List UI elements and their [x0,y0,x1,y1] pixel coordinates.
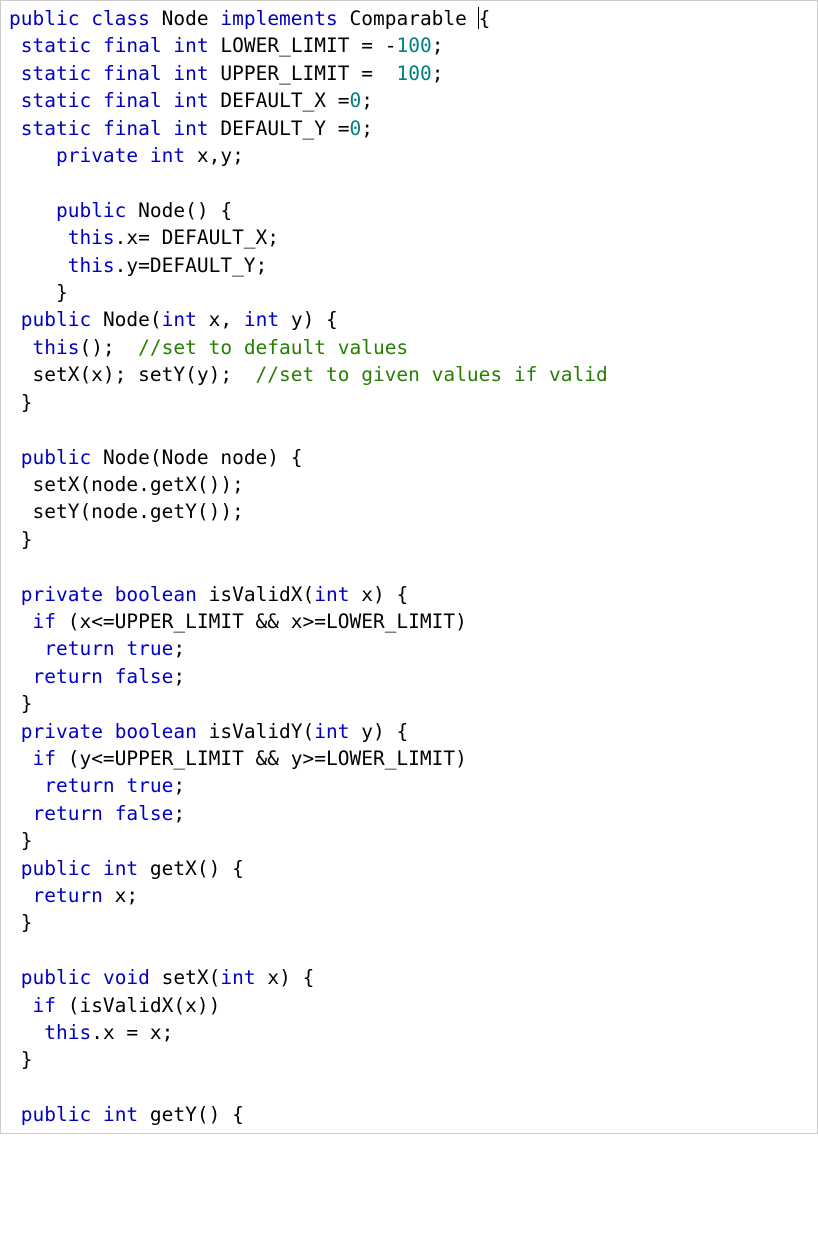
code-token: false [115,802,174,825]
code-token: this [68,226,115,249]
code-token: public [9,7,79,30]
code-token: int [162,308,197,331]
code-token: int [314,720,349,743]
code-token: public [21,1103,91,1126]
code-token: int [173,62,208,85]
code-token: if [32,747,55,770]
code-token: if [32,994,55,1017]
code-token: return [32,802,102,825]
code-token: private [21,720,103,743]
code-token: int [314,583,349,606]
code-token: final [103,34,162,57]
code-token: true [126,637,173,660]
code-token: final [103,62,162,85]
code-token: public [21,857,91,880]
code-token: return [32,665,102,688]
code-token: false [115,665,174,688]
code-token: int [103,857,138,880]
code-token: boolean [115,583,197,606]
code-token: 0 [350,117,362,140]
code-token: int [173,89,208,112]
code-token: //set to given values if valid [256,363,608,386]
code-token: implements [220,7,337,30]
code-token: return [44,774,114,797]
code-token: true [126,774,173,797]
text-cursor [478,7,479,29]
code-token: this [44,1021,91,1044]
code-token: int [173,117,208,140]
code-token: static [21,117,91,140]
code-token: static [21,89,91,112]
code-token: int [173,34,208,57]
code-token: return [44,637,114,660]
code-token: //set to default values [138,336,408,359]
code-token: static [21,34,91,57]
code-token: public [56,199,126,222]
code-token: final [103,117,162,140]
code-token: 100 [396,62,431,85]
code-token: private [21,583,103,606]
code-token: static [21,62,91,85]
code-token: public [21,308,91,331]
code-token: final [103,89,162,112]
code-token: void [103,966,150,989]
code-token: private [56,144,138,167]
code-token: return [32,884,102,907]
code-token: this [68,254,115,277]
code-token: 100 [396,34,431,57]
code-token: int [150,144,185,167]
code-editor[interactable]: public class Node implements Comparable … [9,5,817,1129]
code-token: public [21,966,91,989]
code-token: class [91,7,150,30]
code-token: if [32,610,55,633]
code-token: public [21,446,91,469]
code-token: int [244,308,279,331]
code-token: int [103,1103,138,1126]
code-token: this [32,336,79,359]
code-token: int [220,966,255,989]
code-token: boolean [115,720,197,743]
code-token: 0 [350,89,362,112]
